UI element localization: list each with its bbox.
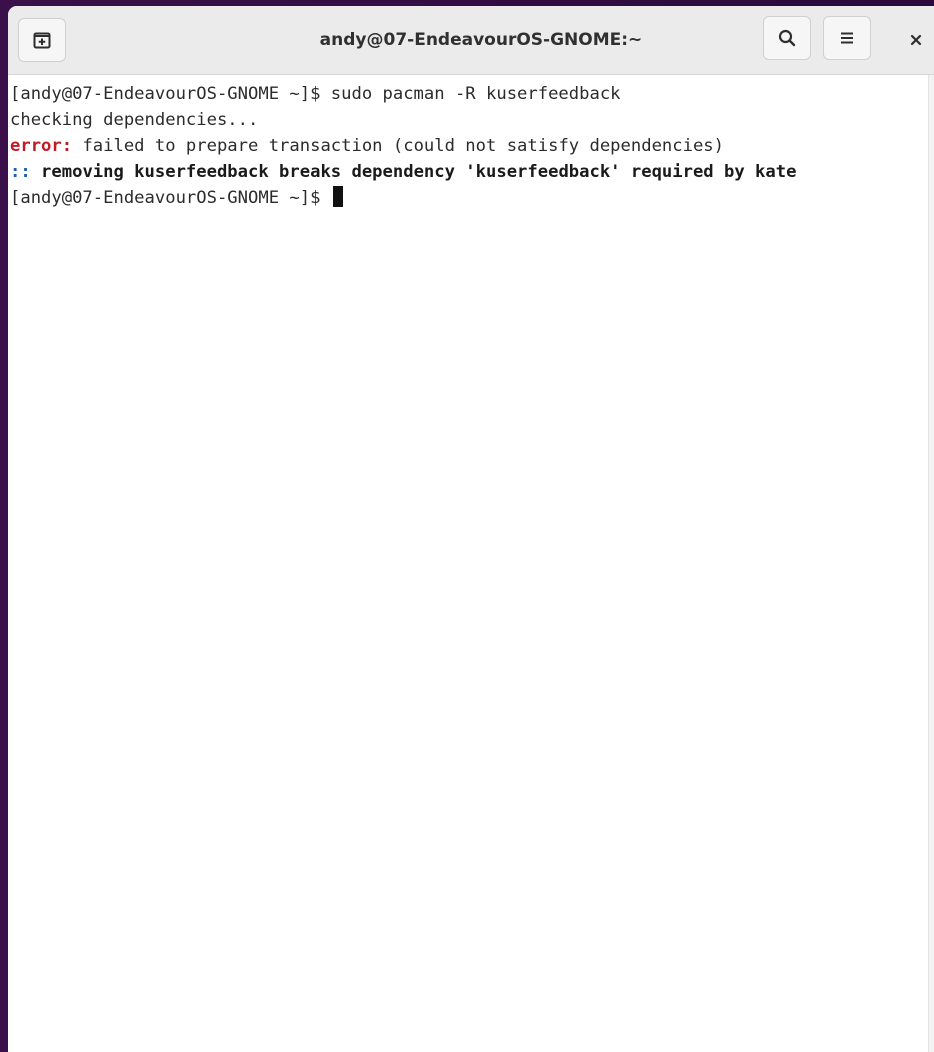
close-icon	[910, 34, 922, 46]
prompt-text: [andy@07-EndeavourOS-GNOME ~]$	[10, 188, 331, 208]
headerbar: andy@07-EndeavourOS-GNOME:~	[8, 6, 934, 75]
new-tab-icon	[33, 32, 51, 49]
terminal-line: checking dependencies...	[10, 107, 934, 133]
close-button[interactable]	[900, 24, 932, 56]
error-message: failed to prepare transaction (could not…	[72, 136, 725, 156]
text-cursor	[332, 186, 343, 207]
info-prefix: ::	[10, 162, 31, 182]
terminal-line: :: removing kuserfeedback breaks depende…	[10, 159, 934, 185]
scrollbar-track[interactable]	[928, 75, 934, 1052]
terminal-window: andy@07-EndeavourOS-GNOME:~ [andy@07-End…	[8, 6, 934, 1052]
search-button[interactable]	[763, 16, 811, 60]
terminal-output[interactable]: [andy@07-EndeavourOS-GNOME ~]$ sudo pacm…	[8, 75, 934, 1052]
window-title: andy@07-EndeavourOS-GNOME:~	[319, 30, 643, 50]
terminal-line: [andy@07-EndeavourOS-GNOME ~]$ sudo pacm…	[10, 81, 934, 107]
new-tab-button[interactable]	[18, 18, 66, 62]
terminal-line: error: failed to prepare transaction (co…	[10, 133, 934, 159]
hamburger-menu-icon	[841, 32, 853, 44]
terminal-line: [andy@07-EndeavourOS-GNOME ~]$	[10, 185, 934, 211]
command-text: [andy@07-EndeavourOS-GNOME ~]$ sudo pacm…	[10, 84, 621, 104]
main-menu-button[interactable]	[823, 16, 871, 60]
error-label: error:	[10, 136, 73, 156]
output-text: checking dependencies...	[10, 110, 259, 130]
dependency-message: removing kuserfeedback breaks dependency…	[30, 162, 797, 182]
search-icon	[778, 29, 796, 47]
